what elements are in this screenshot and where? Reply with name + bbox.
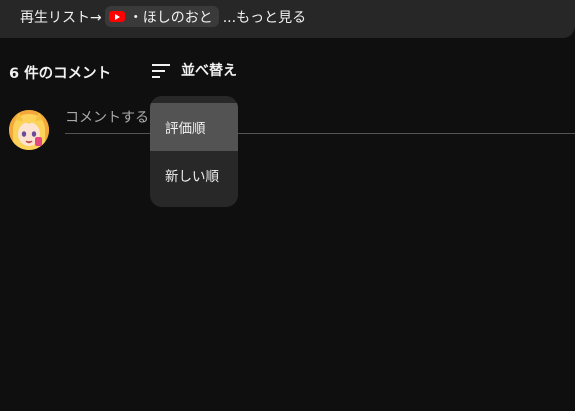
- comment-count: 6 件のコメント: [9, 66, 112, 82]
- sort-option-top[interactable]: 評価順: [150, 103, 238, 151]
- youtube-logo-icon: [108, 11, 125, 22]
- sort-menu: 評価順 新しい順: [150, 96, 238, 207]
- sort-label: 並べ替え: [181, 63, 237, 79]
- description-prefix: 再生リスト→: [20, 9, 102, 26]
- description-box[interactable]: 再生リスト→ ・ほしのおと ...もっと見る: [0, 0, 575, 38]
- show-more-link[interactable]: ...もっと見る: [223, 7, 306, 27]
- sort-option-newest[interactable]: 新しい順: [150, 151, 238, 199]
- playlist-chip-text: ・ほしのおと: [128, 9, 213, 26]
- comment-input[interactable]: [65, 109, 575, 134]
- avatar[interactable]: [9, 110, 49, 150]
- description-line: 再生リスト→ ・ほしのおと ...もっと見る: [20, 6, 306, 27]
- sort-icon: [152, 62, 170, 78]
- comments-header: 6 件のコメント: [9, 62, 111, 83]
- sort-button[interactable]: 並べ替え: [152, 60, 237, 80]
- playlist-chip-link[interactable]: ・ほしのおと: [104, 6, 219, 27]
